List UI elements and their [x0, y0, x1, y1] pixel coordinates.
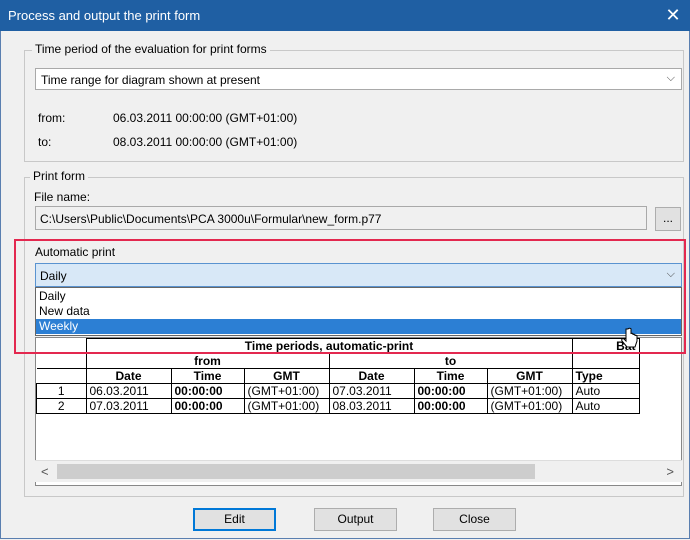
corner-cell	[36, 368, 87, 384]
table-cell[interactable]: 07.03.2011	[328, 383, 415, 399]
automatic-print-value: Daily	[40, 269, 67, 283]
print-form-legend: Print form	[30, 169, 89, 183]
to-value: 08.03.2011 00:00:00 (GMT+01:00)	[113, 135, 298, 149]
automatic-print-dropdown[interactable]: Daily New data Weekly	[35, 287, 682, 336]
column-header[interactable]: GMT	[243, 368, 330, 384]
column-header[interactable]: GMT	[486, 368, 573, 384]
column-header[interactable]: Time	[413, 368, 488, 384]
table-row[interactable]: 1 06.03.2011 00:00:00 (GMT+01:00) 07.03.…	[36, 383, 640, 399]
to-label: to:	[38, 135, 52, 149]
from-header: from	[85, 353, 330, 369]
option-weekly[interactable]: Weekly	[36, 319, 681, 334]
table-row[interactable]: 2 07.03.2011 00:00:00 (GMT+01:00) 08.03.…	[36, 398, 640, 414]
bat-sub-header	[571, 353, 640, 369]
table-cell[interactable]: 07.03.2011	[85, 398, 172, 414]
scroll-thumb[interactable]	[57, 464, 535, 479]
file-name-field[interactable]: C:\Users\Public\Documents\PCA 3000u\Form…	[35, 206, 647, 230]
corner-cell	[36, 338, 87, 354]
table-cell[interactable]: 06.03.2011	[85, 383, 172, 399]
automatic-print-label: Automatic print	[35, 245, 116, 259]
chevron-down-icon: ⌵	[666, 72, 675, 84]
title-bar: Process and output the print form ✕	[0, 0, 690, 31]
row-number[interactable]: 1	[36, 383, 87, 399]
table-cell[interactable]: Auto	[571, 383, 640, 399]
table-cell[interactable]: 00:00:00	[170, 398, 245, 414]
from-label: from:	[38, 111, 66, 125]
table-cell[interactable]: Auto	[571, 398, 640, 414]
table-cell[interactable]: (GMT+01:00)	[243, 383, 330, 399]
browse-button[interactable]: ...	[655, 207, 681, 231]
output-button[interactable]: Output	[314, 508, 397, 531]
option-daily[interactable]: Daily	[36, 289, 681, 304]
chevron-down-icon: ⌵	[666, 268, 675, 280]
time-range-value: Time range for diagram shown at present	[41, 73, 260, 87]
file-name-value: C:\Users\Public\Documents\PCA 3000u\Form…	[40, 212, 382, 226]
time-period-legend: Time period of the evaluation for print …	[32, 42, 270, 56]
corner-cell	[36, 353, 87, 369]
table-cell[interactable]: 00:00:00	[413, 383, 488, 399]
window-title: Process and output the print form	[8, 8, 201, 23]
group-header: Time periods, automatic-print	[85, 338, 573, 354]
to-header: to	[328, 353, 573, 369]
close-button[interactable]: Close	[433, 508, 516, 531]
table-cell[interactable]: 08.03.2011	[328, 398, 415, 414]
from-value: 06.03.2011 00:00:00 (GMT+01:00)	[113, 111, 298, 125]
column-header[interactable]: Date	[328, 368, 415, 384]
file-name-label: File name:	[34, 190, 91, 204]
column-header[interactable]: Type	[571, 368, 640, 384]
column-header[interactable]: Date	[85, 368, 172, 384]
table-cell[interactable]: (GMT+01:00)	[486, 398, 573, 414]
table-cell[interactable]: 00:00:00	[413, 398, 488, 414]
hand-cursor-icon	[621, 327, 638, 348]
table-cell[interactable]: (GMT+01:00)	[486, 383, 573, 399]
time-range-select[interactable]: Time range for diagram shown at present …	[35, 68, 682, 90]
scroll-right-icon[interactable]: >	[666, 464, 674, 479]
scroll-left-icon[interactable]: <	[41, 464, 49, 479]
automatic-print-select[interactable]: Daily ⌵	[35, 263, 682, 287]
table-cell[interactable]: 00:00:00	[170, 383, 245, 399]
row-number[interactable]: 2	[36, 398, 87, 414]
close-icon[interactable]: ✕	[656, 0, 690, 31]
time-periods-grid: Time periods, automatic-print Bat from t…	[36, 338, 640, 414]
table-cell[interactable]: (GMT+01:00)	[243, 398, 330, 414]
column-header[interactable]: Time	[170, 368, 245, 384]
edit-button[interactable]: Edit	[193, 508, 276, 531]
horizontal-scrollbar[interactable]: < >	[35, 460, 682, 482]
option-new-data[interactable]: New data	[36, 304, 681, 319]
